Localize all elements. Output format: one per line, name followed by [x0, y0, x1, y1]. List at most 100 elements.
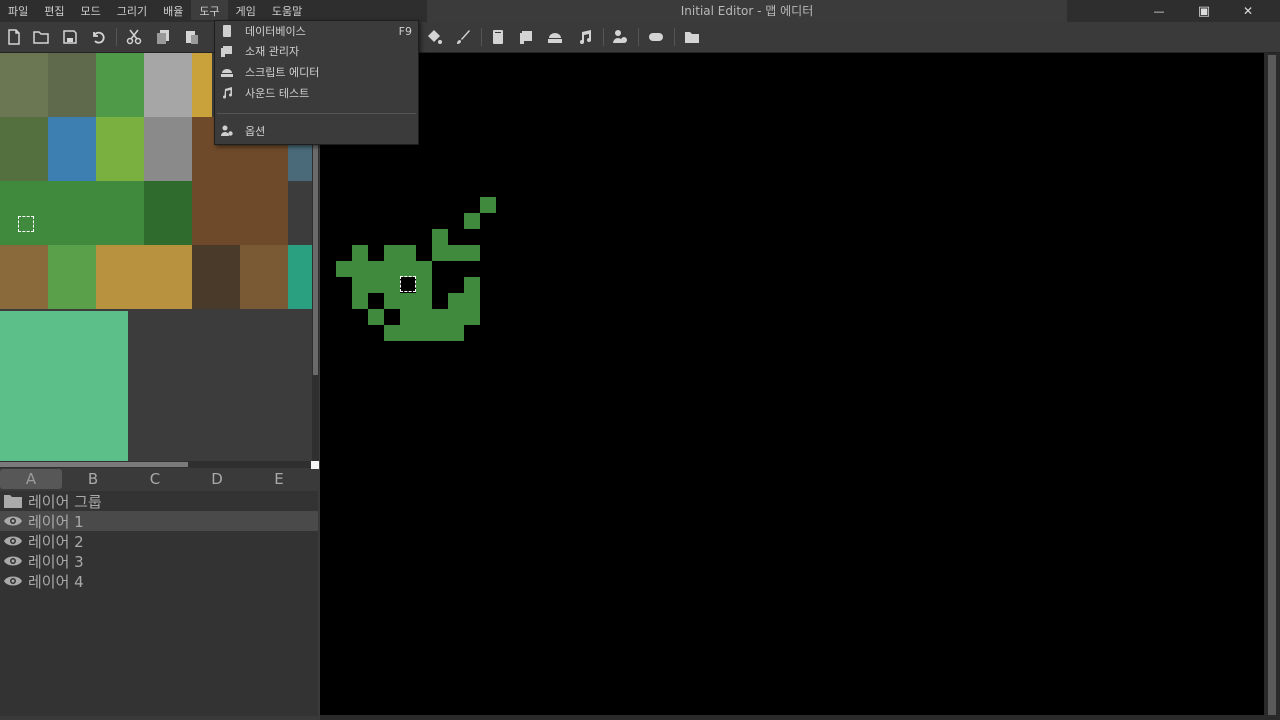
scrollbar-corner [311, 461, 319, 469]
cut-icon[interactable] [124, 27, 144, 47]
tileset-tile-block [96, 117, 144, 181]
menu-item-label: 소재 관리자 [245, 45, 300, 58]
tileset-tile-block [0, 53, 48, 117]
tab-b[interactable]: B [62, 469, 124, 489]
eye-icon[interactable] [4, 534, 22, 548]
tab-c[interactable]: C [124, 469, 186, 489]
menu-item-label: 사운드 테스트 [245, 87, 310, 100]
tileset-tile-block [0, 181, 96, 245]
open-project-folder-icon[interactable] [682, 27, 702, 47]
map-vertical-scrollbar[interactable] [1264, 53, 1280, 720]
gamepad-icon[interactable] [646, 27, 666, 47]
layer-item-2[interactable]: 레이어 2 [0, 531, 318, 551]
map-grass-tile [384, 261, 400, 277]
menu-file[interactable]: 파일 [0, 0, 36, 20]
tileset-tile-block [144, 53, 192, 117]
music-note-icon[interactable] [575, 27, 595, 47]
tileset-tile-block [96, 245, 192, 309]
close-icon: ✕ [1242, 4, 1254, 18]
user-gear-icon[interactable] [610, 27, 630, 47]
layer-list: 레이어 그룹 레이어 1 레이어 2 레이어 3 레이어 4 [0, 491, 318, 716]
eye-icon[interactable] [4, 554, 22, 568]
eye-icon[interactable] [4, 574, 22, 588]
title-bar: 파일 편집 모드 그리기 배율 도구 게임 도움말 Initial Editor… [0, 0, 1280, 22]
map-grass-tile [480, 197, 496, 213]
map-grass-tile [384, 277, 400, 293]
tileset-tile-block [288, 245, 312, 309]
tileset-tabs: A B C D E [0, 469, 318, 489]
map-grass-tile [432, 325, 448, 341]
menu-item-options[interactable]: 옵션 [215, 121, 418, 141]
menu-edit[interactable]: 편집 [36, 0, 72, 20]
undo-icon[interactable] [88, 27, 108, 47]
layer-item-3[interactable]: 레이어 3 [0, 551, 318, 571]
menu-help[interactable]: 도움말 [264, 0, 310, 20]
menu-item-sound-test[interactable]: 사운드 테스트 [215, 83, 418, 103]
menu-draw[interactable]: 그리기 [109, 0, 155, 20]
minimize-icon: — [1153, 4, 1165, 18]
tileset-tile-block [0, 245, 48, 309]
tileset-tile-block [48, 245, 96, 309]
menu-item-database[interactable]: 데이터베이스 F9 [215, 21, 418, 41]
map-grass-tile [336, 261, 352, 277]
map-grass-tile [352, 293, 368, 309]
map-grass-tile [368, 277, 384, 293]
maximize-button[interactable]: ▣ [1182, 0, 1226, 22]
menu-game[interactable]: 게임 [228, 0, 264, 20]
map-grass-tile [352, 277, 368, 293]
paste-icon[interactable] [182, 27, 202, 47]
tileset-tile-block [144, 117, 192, 181]
minimize-button[interactable]: — [1137, 0, 1181, 22]
open-folder-icon[interactable] [31, 27, 51, 47]
map-grass-tile [416, 277, 432, 293]
map-grass-tile [352, 261, 368, 277]
map-canvas[interactable] [320, 53, 1264, 715]
menu-item-label: 스크립트 에디터 [245, 66, 320, 79]
tileset-tile-block [96, 181, 144, 245]
close-button[interactable]: ✕ [1226, 0, 1270, 22]
tab-e[interactable]: E [248, 469, 310, 489]
layer-group[interactable]: 레이어 그룹 [0, 491, 318, 511]
new-file-icon[interactable] [4, 27, 24, 47]
scroll-icon[interactable] [517, 27, 537, 47]
menu-zoom[interactable]: 배율 [155, 0, 191, 20]
tileset-tile-block [144, 181, 192, 245]
map-grass-tile [400, 293, 416, 309]
map-grass-tile [384, 245, 400, 261]
database-icon[interactable] [488, 27, 508, 47]
map-grass-tile [400, 325, 416, 341]
map-grass-tile [416, 325, 432, 341]
map-grass-tile [368, 309, 384, 325]
tab-a[interactable]: A [0, 469, 62, 489]
map-grass-tile [464, 245, 480, 261]
script-editor-icon [220, 66, 234, 78]
layer-label: 레이어 1 [28, 512, 84, 531]
map-grass-tile [448, 325, 464, 341]
menu-separator [217, 113, 416, 114]
tileset-horizontal-scrollbar[interactable] [0, 461, 312, 468]
map-grass-tile [352, 245, 368, 261]
eye-icon[interactable] [4, 514, 22, 528]
map-grass-tile [416, 261, 432, 277]
menu-mode[interactable]: 모드 [73, 0, 109, 20]
layer-label: 레이어 2 [28, 532, 84, 551]
save-icon[interactable] [60, 27, 80, 47]
brush-icon[interactable] [453, 27, 473, 47]
layer-item-1[interactable]: 레이어 1 [0, 511, 318, 531]
menu-item-asset-manager[interactable]: 소재 관리자 [215, 41, 418, 61]
tileset-tile-block [0, 311, 128, 461]
script-editor-icon[interactable] [545, 27, 565, 47]
map-grass-tile [432, 309, 448, 325]
layer-item-4[interactable]: 레이어 4 [0, 571, 318, 591]
copy-icon[interactable] [153, 27, 173, 47]
menu-tools[interactable]: 도구 [191, 0, 228, 20]
paint-bucket-icon[interactable] [424, 27, 444, 47]
left-panel: A B C D E 레이어 그룹 레이어 1 레이어 2 레이어 3 레이어 4 [0, 53, 320, 720]
tileset-tile-block [96, 53, 144, 117]
map-grass-tile [384, 325, 400, 341]
music-note-icon [220, 87, 234, 99]
map-grass-tile [464, 213, 480, 229]
map-grass-tile [432, 245, 448, 261]
menu-item-script-editor[interactable]: 스크립트 에디터 [215, 62, 418, 82]
tab-d[interactable]: D [186, 469, 248, 489]
